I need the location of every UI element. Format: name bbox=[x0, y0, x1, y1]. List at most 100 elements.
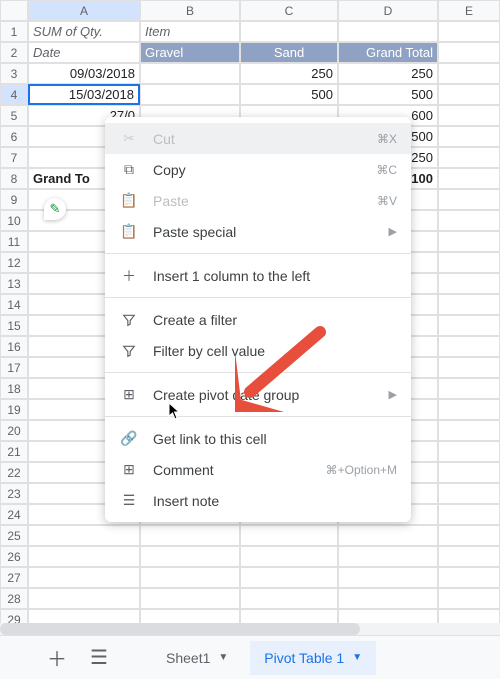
cell[interactable]: 09/03/2018 bbox=[28, 63, 140, 84]
cell[interactable] bbox=[338, 546, 438, 567]
row-header[interactable]: 20 bbox=[0, 420, 28, 441]
row-header[interactable]: 21 bbox=[0, 441, 28, 462]
menu-insert-column[interactable]: ＋ Insert 1 column to the left bbox=[105, 260, 411, 291]
all-sheets-button[interactable]: ☰ bbox=[82, 641, 116, 675]
cell[interactable]: Item bbox=[140, 21, 240, 42]
cell[interactable] bbox=[438, 210, 500, 231]
row-header[interactable]: 25 bbox=[0, 525, 28, 546]
cell[interactable]: 500 bbox=[240, 84, 338, 105]
cell[interactable] bbox=[438, 42, 500, 63]
scrollbar-thumb[interactable] bbox=[0, 623, 360, 635]
cell[interactable] bbox=[438, 336, 500, 357]
cell[interactable] bbox=[338, 567, 438, 588]
menu-insert-note[interactable]: ☰ Insert note bbox=[105, 485, 411, 516]
menu-filter-by-value[interactable]: Filter by cell value bbox=[105, 335, 411, 366]
row-header[interactable]: 23 bbox=[0, 483, 28, 504]
cell[interactable] bbox=[28, 567, 140, 588]
col-header-a[interactable]: A bbox=[28, 0, 140, 21]
cell[interactable] bbox=[438, 546, 500, 567]
row-header[interactable]: 8 bbox=[0, 168, 28, 189]
cell[interactable] bbox=[438, 105, 500, 126]
cell[interactable] bbox=[438, 84, 500, 105]
row-header[interactable]: 4 bbox=[0, 84, 28, 105]
edit-pencil-icon[interactable]: ✎ bbox=[44, 198, 66, 220]
cell[interactable] bbox=[240, 546, 338, 567]
row-header[interactable]: 27 bbox=[0, 567, 28, 588]
pivot-col-header[interactable]: Grand Total bbox=[338, 42, 438, 63]
cell[interactable] bbox=[438, 378, 500, 399]
cell[interactable]: Date bbox=[28, 42, 140, 63]
menu-create-filter[interactable]: Create a filter bbox=[105, 304, 411, 335]
row-header[interactable]: 11 bbox=[0, 231, 28, 252]
menu-paste[interactable]: 📋 Paste ⌘V bbox=[105, 185, 411, 216]
row-header[interactable]: 14 bbox=[0, 294, 28, 315]
cell[interactable] bbox=[240, 21, 338, 42]
selected-cell[interactable]: 15/03/2018 bbox=[28, 84, 140, 105]
row-header[interactable]: 13 bbox=[0, 273, 28, 294]
cell[interactable] bbox=[240, 525, 338, 546]
col-header-c[interactable]: C bbox=[240, 0, 338, 21]
cell[interactable] bbox=[438, 420, 500, 441]
horizontal-scrollbar[interactable] bbox=[0, 623, 500, 635]
cell[interactable] bbox=[438, 273, 500, 294]
menu-comment[interactable]: ⊞ Comment ⌘+Option+M bbox=[105, 454, 411, 485]
cell[interactable]: 250 bbox=[240, 63, 338, 84]
menu-paste-special[interactable]: 📋 Paste special ▶ bbox=[105, 216, 411, 247]
cell[interactable] bbox=[28, 546, 140, 567]
cell[interactable] bbox=[438, 483, 500, 504]
menu-get-link[interactable]: 🔗 Get link to this cell bbox=[105, 423, 411, 454]
row-header[interactable]: 17 bbox=[0, 357, 28, 378]
row-header[interactable]: 15 bbox=[0, 315, 28, 336]
pivot-col-header[interactable]: Sand bbox=[240, 42, 338, 63]
cell[interactable] bbox=[240, 567, 338, 588]
cell[interactable] bbox=[140, 546, 240, 567]
cell[interactable]: 500 bbox=[338, 84, 438, 105]
cell[interactable] bbox=[438, 231, 500, 252]
row-header[interactable]: 26 bbox=[0, 546, 28, 567]
cell[interactable]: SUM of Qty. bbox=[28, 21, 140, 42]
menu-create-pivot-date-group[interactable]: ⊞ Create pivot date group ▶ bbox=[105, 379, 411, 410]
pivot-col-header[interactable]: Gravel bbox=[140, 42, 240, 63]
col-header-e[interactable]: E bbox=[438, 0, 500, 21]
cell[interactable] bbox=[438, 525, 500, 546]
cell[interactable] bbox=[338, 588, 438, 609]
col-header-b[interactable]: B bbox=[140, 0, 240, 21]
cell[interactable] bbox=[338, 21, 438, 42]
row-header[interactable]: 24 bbox=[0, 504, 28, 525]
row-header[interactable]: 6 bbox=[0, 126, 28, 147]
cell[interactable] bbox=[438, 399, 500, 420]
cell[interactable] bbox=[438, 168, 500, 189]
cell[interactable] bbox=[28, 525, 140, 546]
row-header[interactable]: 5 bbox=[0, 105, 28, 126]
col-header-d[interactable]: D bbox=[338, 0, 438, 21]
cell[interactable] bbox=[140, 567, 240, 588]
row-header[interactable]: 19 bbox=[0, 399, 28, 420]
cell[interactable] bbox=[438, 252, 500, 273]
cell[interactable] bbox=[140, 84, 240, 105]
cell[interactable] bbox=[438, 126, 500, 147]
row-header[interactable]: 18 bbox=[0, 378, 28, 399]
cell[interactable] bbox=[438, 63, 500, 84]
row-header[interactable]: 10 bbox=[0, 210, 28, 231]
cell[interactable]: 250 bbox=[338, 63, 438, 84]
row-header[interactable]: 22 bbox=[0, 462, 28, 483]
cell[interactable] bbox=[438, 21, 500, 42]
cell[interactable] bbox=[438, 294, 500, 315]
row-header[interactable]: 16 bbox=[0, 336, 28, 357]
cell[interactable] bbox=[438, 462, 500, 483]
cell[interactable] bbox=[438, 441, 500, 462]
menu-cut[interactable]: ✂ Cut ⌘X bbox=[105, 123, 411, 154]
cell[interactable] bbox=[240, 588, 338, 609]
sheet-tab-sheet1[interactable]: Sheet1 ▼ bbox=[152, 641, 242, 675]
cell[interactable] bbox=[140, 525, 240, 546]
add-sheet-button[interactable]: ＋ bbox=[40, 641, 74, 675]
row-header[interactable]: 7 bbox=[0, 147, 28, 168]
cell[interactable] bbox=[438, 567, 500, 588]
cell[interactable] bbox=[140, 588, 240, 609]
row-header[interactable]: 3 bbox=[0, 63, 28, 84]
sheet-tab-pivot[interactable]: Pivot Table 1 ▼ bbox=[250, 641, 376, 675]
row-header[interactable]: 9 bbox=[0, 189, 28, 210]
cell[interactable] bbox=[140, 63, 240, 84]
cell[interactable] bbox=[438, 588, 500, 609]
cell[interactable] bbox=[338, 525, 438, 546]
